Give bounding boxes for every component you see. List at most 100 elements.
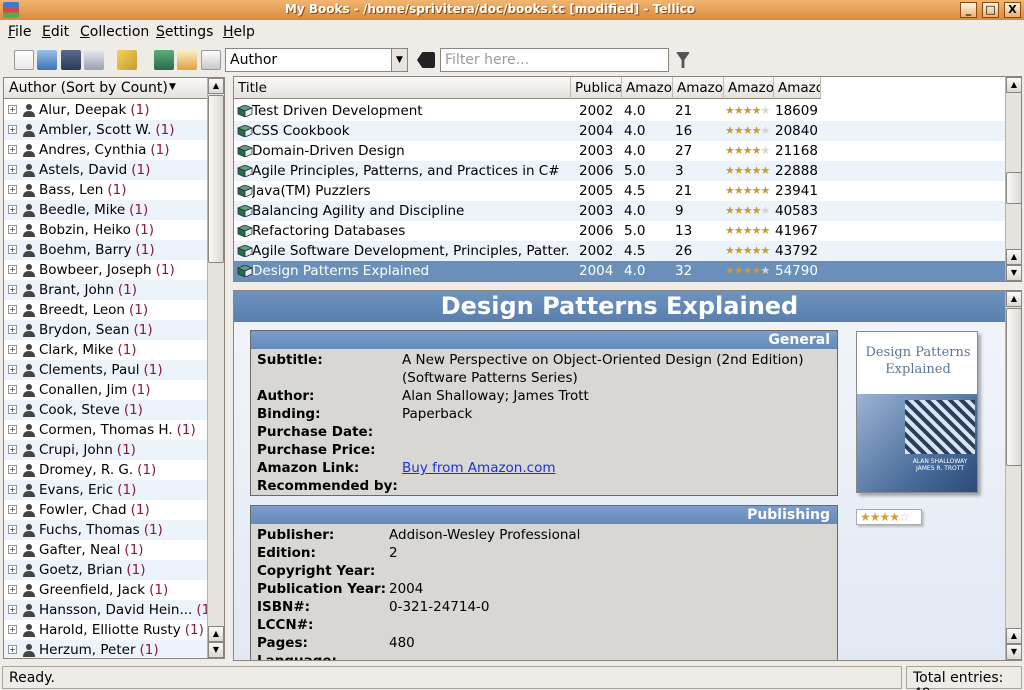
expand-icon[interactable]: + [8,525,17,534]
amazon-link[interactable]: Buy from Amazon.com [402,460,556,476]
chevron-down-icon[interactable]: ▼ [391,49,407,71]
maximize-button[interactable]: □ [982,2,999,18]
edit-entry-icon[interactable] [177,50,197,70]
scroll-down-button[interactable]: ▼ [1006,265,1021,281]
close-button[interactable]: X [1004,2,1021,18]
expand-icon[interactable]: + [8,225,17,234]
wand-icon[interactable] [117,50,137,70]
author-group-item[interactable]: + Harold, Elliotte Rusty (1) [4,620,207,640]
menu-file[interactable]: File [8,24,31,40]
expand-icon[interactable]: + [8,305,17,314]
column-header-amazon-rank[interactable]: Amazo [774,77,821,99]
author-group-item[interactable]: + Cook, Steve (1) [4,400,207,420]
scroll-up-button[interactable]: ▲ [208,78,224,94]
table-row[interactable]: Java(TM) Puzzlers 2005 4.5 21 ★★★★★ 23941 [234,181,1005,201]
expand-icon[interactable]: + [8,465,17,474]
table-row[interactable]: Test Driven Development 2002 4.0 21 ★★★★★ 186… [234,101,1005,121]
expand-icon[interactable]: + [8,285,17,294]
table-row[interactable]: Agile Software Development, Principles, … [234,241,1005,261]
expand-icon[interactable]: + [8,485,17,494]
author-group-item[interactable]: + Ambler, Scott W. (1) [4,120,207,140]
expand-icon[interactable]: + [8,245,17,254]
column-header-amazon-stars[interactable]: Amazo [724,77,774,99]
author-group-item[interactable]: + Astels, David (1) [4,160,207,180]
scroll-thumb[interactable] [1006,308,1021,466]
author-group-item[interactable]: + Andres, Cynthia (1) [4,140,207,160]
table-scrollbar[interactable]: ▲ ▲ ▼ [1005,77,1021,281]
expand-icon[interactable]: + [8,425,17,434]
author-group-item[interactable]: + Crupi, John (1) [4,440,207,460]
author-group-item[interactable]: + Bowbeer, Joseph (1) [4,260,207,280]
new-entry-icon[interactable] [154,50,174,70]
expand-icon[interactable]: + [8,345,17,354]
scroll-thumb[interactable] [1006,172,1021,204]
expand-icon[interactable]: + [8,405,17,414]
column-header-amazon-reviews[interactable]: Amazo [673,77,724,99]
scroll-up-button[interactable]: ▲ [1006,249,1021,265]
expand-icon[interactable]: + [8,645,17,654]
author-group-item[interactable]: + Breedt, Leon (1) [4,300,207,320]
author-group-item[interactable]: + Beedle, Mike (1) [4,200,207,220]
expand-icon[interactable]: + [8,125,17,134]
clear-filter-icon[interactable] [417,52,435,68]
author-group-item[interactable]: + Clark, Mike (1) [4,340,207,360]
author-group-item[interactable]: + Brant, John (1) [4,280,207,300]
author-group-item[interactable]: + Evans, Eric (1) [4,480,207,500]
author-group-item[interactable]: + Conallen, Jim (1) [4,380,207,400]
expand-icon[interactable]: + [8,605,17,614]
author-group-item[interactable]: + Goetz, Brian (1) [4,560,207,580]
print-icon[interactable] [84,50,104,70]
author-group-item[interactable]: + Dromey, R. G. (1) [4,460,207,480]
scroll-up-button[interactable]: ▲ [1006,291,1021,307]
scroll-up-button[interactable]: ▲ [1006,77,1021,93]
table-row[interactable]: Domain-Driven Design 2003 4.0 27 ★★★★★ 21168 [234,141,1005,161]
table-row[interactable]: Refactoring Databases 2006 5.0 13 ★★★★★ 41967 [234,221,1005,241]
author-group-item[interactable]: + Fowler, Chad (1) [4,500,207,520]
expand-icon[interactable]: + [8,165,17,174]
menu-edit[interactable]: Edit [42,24,69,40]
expand-icon[interactable]: + [8,265,17,274]
column-header-title[interactable]: Title [234,77,571,99]
author-group-item[interactable]: + Brydon, Sean (1) [4,320,207,340]
minimize-button[interactable]: _ [960,2,977,18]
filter-input[interactable] [440,48,669,72]
save-icon[interactable] [61,50,81,70]
author-group-item[interactable]: + Bobzin, Heiko (1) [4,220,207,240]
expand-icon[interactable]: + [8,445,17,454]
group-by-combo[interactable]: Author ▼ [225,48,408,72]
column-header-publication-year[interactable]: Publica [571,77,622,99]
scroll-up-button[interactable]: ▲ [1006,628,1021,644]
column-header-amazon-rating[interactable]: Amazo [622,77,673,99]
menu-help[interactable]: Help [223,24,255,40]
table-row[interactable]: Design Patterns Explained 2004 4.0 32 ★★★★★ 5… [234,261,1005,281]
scroll-up-button[interactable]: ▲ [208,626,224,642]
author-group-item[interactable]: + Greenfield, Jack (1) [4,580,207,600]
author-group-item[interactable]: + Boehm, Barry (1) [4,240,207,260]
author-group-item[interactable]: + Bass, Len (1) [4,180,207,200]
scroll-down-button[interactable]: ▼ [1006,644,1021,660]
expand-icon[interactable]: + [8,585,17,594]
author-group-item[interactable]: + Fuchs, Thomas (1) [4,520,207,540]
table-row[interactable]: Balancing Agility and Discipline 2003 4.0 9… [234,201,1005,221]
open-icon[interactable] [37,50,57,70]
menu-settings[interactable]: Settings [156,24,213,40]
report-icon[interactable] [201,50,221,70]
expand-icon[interactable]: + [8,205,17,214]
author-group-item[interactable]: + Herzum, Peter (1) [4,640,207,658]
author-group-item[interactable]: + Alur, Deepak (1) [4,100,207,120]
expand-icon[interactable]: + [8,185,17,194]
expand-icon[interactable]: + [8,325,17,334]
expand-icon[interactable]: + [8,145,17,154]
author-group-item[interactable]: + Clements, Paul (1) [4,360,207,380]
expand-icon[interactable]: + [8,505,17,514]
detail-scrollbar[interactable]: ▲ ▲ ▼ [1005,291,1021,660]
scroll-down-button[interactable]: ▼ [208,642,224,658]
expand-icon[interactable]: + [8,565,17,574]
expand-icon[interactable]: + [8,105,17,114]
group-view-header[interactable]: Author (Sort by Count) ▼ [4,78,207,99]
menu-collection[interactable]: Collection [80,24,149,40]
table-row[interactable]: Agile Principles, Patterns, and Practice… [234,161,1005,181]
expand-icon[interactable]: + [8,545,17,554]
table-row[interactable]: CSS Cookbook 2004 4.0 16 ★★★★★ 20840 [234,121,1005,141]
expand-icon[interactable]: + [8,385,17,394]
